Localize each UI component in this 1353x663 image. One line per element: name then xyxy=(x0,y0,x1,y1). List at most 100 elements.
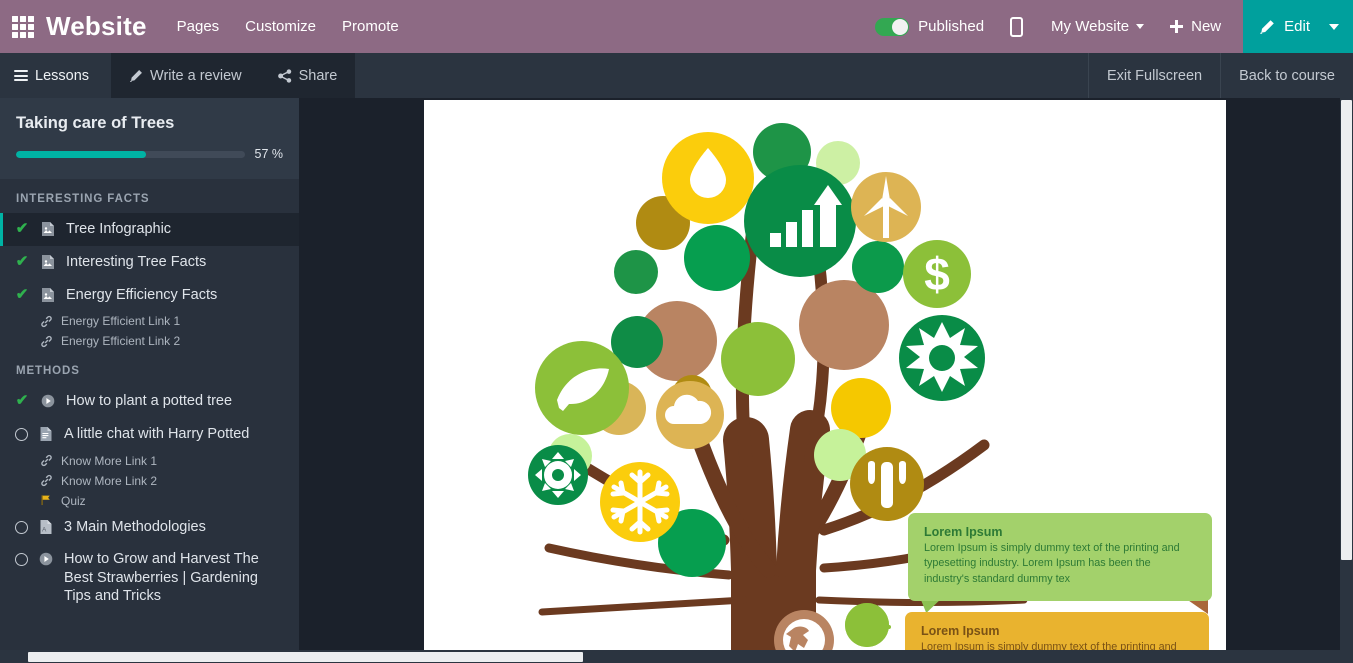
snowflake-icon xyxy=(600,462,680,542)
grid-apps-icon[interactable] xyxy=(12,15,34,38)
sidebar-sublink-know-more-link-2[interactable]: Know More Link 2 xyxy=(0,471,299,491)
sidebar-item-energy-efficiency-facts[interactable]: ✔ Energy Efficiency Facts xyxy=(0,279,299,312)
app-title: Website xyxy=(46,11,147,41)
chevron-down-icon[interactable] xyxy=(1329,23,1339,30)
tab-share-label: Share xyxy=(298,67,338,84)
quiz-flag-icon xyxy=(41,495,50,506)
incomplete-radio-icon xyxy=(15,428,28,441)
completed-check-icon: ✔ xyxy=(15,392,29,410)
new-button[interactable]: New xyxy=(1170,18,1221,35)
video-play-icon xyxy=(41,394,55,408)
lesson-sidebar: Taking care of Trees 57 % INTERESTING FA… xyxy=(0,98,299,663)
hamburger-icon xyxy=(14,68,28,84)
page-horizontal-scrollbar-thumb[interactable] xyxy=(28,652,583,662)
plus-icon xyxy=(1170,20,1184,33)
sidebar-item-how-to-plant-a-potted-tree[interactable]: ✔ How to plant a potted tree xyxy=(0,385,299,418)
sidebar-item-label: 3 Main Methodologies xyxy=(64,518,206,535)
publish-label: Published xyxy=(918,18,985,35)
cloud-icon xyxy=(656,381,724,449)
sidebar-item-label: Energy Efficiency Facts xyxy=(66,286,218,303)
image-document-icon xyxy=(42,222,54,236)
foliage-circle xyxy=(684,225,750,291)
link-icon xyxy=(41,454,52,467)
image-document-icon xyxy=(42,287,54,302)
tab-lessons[interactable]: Lessons xyxy=(0,53,111,98)
back-to-course-label: Back to course xyxy=(1239,67,1335,84)
tab-share[interactable]: Share xyxy=(259,53,356,98)
share-icon xyxy=(277,68,291,83)
foliage-circle xyxy=(852,241,904,293)
sublink-label: Know More Link 2 xyxy=(61,473,158,488)
menu-item-promote[interactable]: Promote xyxy=(342,18,399,35)
water-drop-icon xyxy=(662,132,754,224)
completed-check-icon: ✔ xyxy=(15,252,29,270)
callout-green: Lorem Ipsum Lorem Ipsum is simply dummy … xyxy=(908,513,1212,601)
edit-button-label: Edit xyxy=(1284,18,1310,35)
progress-percent-label: 57 % xyxy=(254,147,284,161)
foliage-circle xyxy=(721,322,795,396)
progress-bar-track xyxy=(16,150,245,158)
page-horizontal-scrollbar[interactable] xyxy=(0,650,1353,663)
dollar-icon: $ xyxy=(903,240,971,308)
leaf-icon xyxy=(535,341,629,435)
menu-item-pages[interactable]: Pages xyxy=(177,18,220,35)
completed-check-icon: ✔ xyxy=(15,220,29,237)
link-icon xyxy=(41,335,52,347)
sublink-label: Energy Efficient Link 2 xyxy=(61,334,181,349)
progress-bar-fill xyxy=(16,150,147,158)
publish-switch-icon[interactable] xyxy=(875,17,910,36)
top-menu: Pages Customize Promote xyxy=(177,18,399,35)
sidebar-item-interesting-tree-facts[interactable]: ✔ Interesting Tree Facts xyxy=(0,246,299,279)
sidebar-item-label: How to plant a potted tree xyxy=(66,393,233,410)
tab-write-a-review-label: Write a review xyxy=(150,67,242,84)
website-selector-label: My Website xyxy=(1051,18,1130,35)
back-to-course-button[interactable]: Back to course xyxy=(1220,53,1353,98)
callout-body: Lorem Ipsum is simply dummy text of the … xyxy=(924,542,1180,585)
top-header-right: Published My Website New Edit xyxy=(875,0,1353,53)
foliage-circle xyxy=(614,250,658,294)
sidebar-sublink-know-more-link-1[interactable]: Know More Link 1 xyxy=(0,451,299,471)
section-title-methods: METHODS xyxy=(16,365,80,378)
sidebar-item-a-little-chat-with-harry-potted[interactable]: A little chat with Harry Potted xyxy=(0,418,299,451)
top-header-bar: Website Pages Customize Promote Publishe… xyxy=(0,0,1353,53)
lesson-content-area: $ Lorem Ipsum Lorem Ipsum is simply dumm… xyxy=(299,98,1353,663)
sidebar-sublink-energy-efficient-link-2[interactable]: Energy Efficient Link 2 xyxy=(0,331,299,351)
sidebar-item-how-to-grow-and-harvest-strawberries[interactable]: How to Grow and Harvest The Best Strawbe… xyxy=(0,543,299,613)
callout-title: Lorem Ipsum xyxy=(924,525,1003,539)
mobile-phone-icon[interactable] xyxy=(1010,16,1024,37)
sidebar-sublink-quiz[interactable]: Quiz xyxy=(0,491,299,511)
course-header: Taking care of Trees 57 % xyxy=(0,98,299,179)
tab-write-a-review[interactable]: Write a review xyxy=(111,53,260,98)
publish-toggle[interactable]: Published xyxy=(875,17,985,36)
wind-turbine-icon xyxy=(851,172,921,242)
lesson-toolbar-right: Exit Fullscreen Back to course xyxy=(1087,53,1353,98)
sidebar-item-tree-infographic[interactable]: ✔ Tree Infographic xyxy=(0,213,299,246)
pencil-icon xyxy=(1260,19,1274,34)
menu-item-customize[interactable]: Customize xyxy=(245,18,316,35)
section-title-interesting-facts: INTERESTING FACTS xyxy=(16,193,150,205)
course-title: Taking care of Trees xyxy=(16,114,175,132)
bar-chart-growth-icon xyxy=(744,165,856,277)
incomplete-radio-icon xyxy=(15,520,28,534)
sublink-label: Quiz xyxy=(61,493,86,508)
course-progress: 57 % xyxy=(16,147,283,161)
sidebar-item-label: Interesting Tree Facts xyxy=(66,253,207,270)
callout-title: Lorem Ipsum xyxy=(921,624,1000,638)
exit-fullscreen-button[interactable]: Exit Fullscreen xyxy=(1087,53,1220,98)
slide-canvas: $ Lorem Ipsum Lorem Ipsum is simply dumm… xyxy=(424,100,1226,663)
sublink-label: Know More Link 1 xyxy=(61,453,158,468)
edit-button[interactable]: Edit xyxy=(1243,0,1353,53)
page-vertical-scrollbar[interactable] xyxy=(1340,98,1353,663)
image-document-icon xyxy=(42,254,54,269)
page-vertical-scrollbar-thumb[interactable] xyxy=(1341,100,1352,560)
foliage-circle xyxy=(845,603,889,647)
sublink-label: Energy Efficient Link 1 xyxy=(61,314,181,329)
pdf-document-icon: A xyxy=(40,519,52,534)
sidebar-sublink-energy-efficient-link-1[interactable]: Energy Efficient Link 1 xyxy=(0,311,299,331)
sidebar-item-3-main-methodologies[interactable]: A 3 Main Methodologies xyxy=(0,511,299,544)
gear-icon xyxy=(528,445,588,505)
video-play-icon xyxy=(39,552,53,566)
incomplete-radio-icon xyxy=(15,553,28,567)
website-selector[interactable]: My Website xyxy=(1051,18,1145,35)
sidebar-item-label: A little chat with Harry Potted xyxy=(64,426,250,442)
